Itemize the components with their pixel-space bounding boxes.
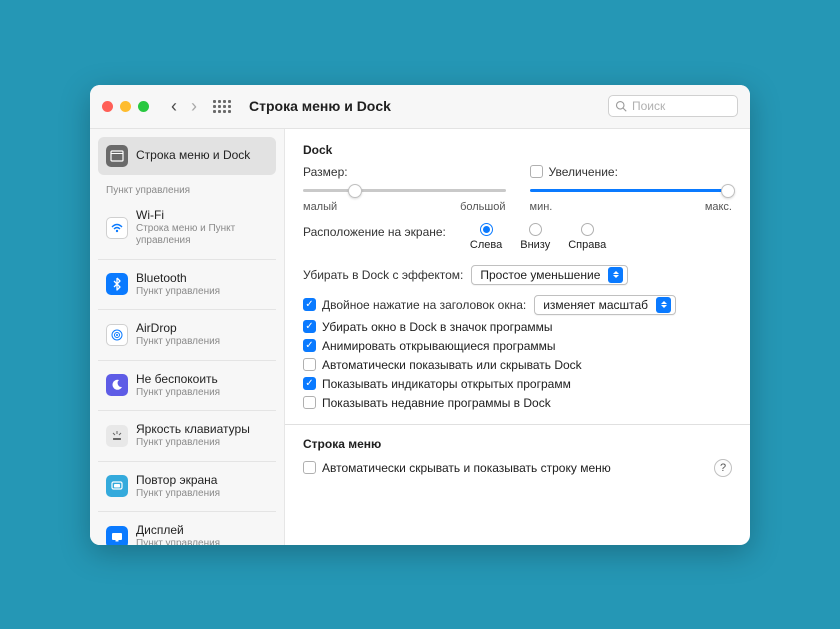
- help-button[interactable]: ?: [714, 459, 732, 477]
- position-right-radio[interactable]: [581, 223, 594, 236]
- sidebar-item-kb-brightness[interactable]: Яркость клавиатуры Пункт управления: [98, 414, 276, 458]
- menubar-section-title: Строка меню: [303, 437, 732, 451]
- minimize-button[interactable]: [120, 101, 131, 112]
- size-max-label: большой: [460, 201, 505, 213]
- window-title: Строка меню и Dock: [249, 98, 391, 114]
- nav-buttons: ‹ ›: [171, 97, 197, 115]
- minimize-label: Убирать в Dock с эффектом:: [303, 268, 463, 282]
- back-button[interactable]: ‹: [171, 97, 177, 115]
- sidebar-item-dnd[interactable]: Не беспокоить Пункт управления: [98, 364, 276, 408]
- sidebar-item-bluetooth[interactable]: Bluetooth Пункт управления: [98, 263, 276, 307]
- search-field[interactable]: Поиск: [608, 95, 738, 117]
- magnification-label: Увеличение:: [549, 165, 618, 179]
- mag-min-label: мин.: [530, 201, 553, 213]
- forward-button[interactable]: ›: [191, 97, 197, 115]
- autohide-dock-checkbox[interactable]: [303, 358, 316, 371]
- show-recents-checkbox[interactable]: [303, 396, 316, 409]
- show-indicators-checkbox[interactable]: [303, 377, 316, 390]
- size-min-label: малый: [303, 201, 337, 213]
- magnification-checkbox[interactable]: [530, 165, 543, 178]
- animate-opening-checkbox[interactable]: [303, 339, 316, 352]
- doubleclick-checkbox[interactable]: [303, 298, 316, 311]
- sidebar-item-screen-mirroring[interactable]: Повтор экрана Пункт управления: [98, 465, 276, 509]
- show-all-icon[interactable]: [213, 100, 231, 113]
- sidebar-item-wifi[interactable]: Wi-Fi Строка меню и Пункт управления: [98, 200, 276, 256]
- doubleclick-label: Двойное нажатие на заголовок окна:: [322, 298, 526, 312]
- mag-max-label: макс.: [705, 201, 732, 213]
- autohide-menubar-checkbox[interactable]: [303, 461, 316, 474]
- minimize-to-app-checkbox[interactable]: [303, 320, 316, 333]
- position-left-radio[interactable]: [480, 223, 493, 236]
- airdrop-icon: [106, 324, 128, 346]
- popup-arrows-icon: [608, 267, 623, 283]
- dock-menubar-icon: [106, 145, 128, 167]
- dock-section-title: Dock: [303, 143, 732, 157]
- traffic-lights: [102, 101, 149, 112]
- sidebar: Строка меню и Dock Пункт управления Wi-F…: [90, 129, 285, 545]
- sidebar-item-display[interactable]: Дисплей Пункт управления: [98, 515, 276, 545]
- position-bottom-radio[interactable]: [529, 223, 542, 236]
- keyboard-brightness-icon: [106, 425, 128, 447]
- size-label: Размер:: [303, 165, 348, 179]
- size-slider[interactable]: [303, 183, 506, 199]
- close-button[interactable]: [102, 101, 113, 112]
- content-pane: Dock Размер: малый большой: [285, 129, 750, 545]
- zoom-button[interactable]: [138, 101, 149, 112]
- sidebar-item-dock-menubar[interactable]: Строка меню и Dock: [98, 137, 276, 175]
- magnification-slider[interactable]: [530, 183, 733, 199]
- sidebar-section-header: Пункт управления: [98, 175, 276, 200]
- bluetooth-icon: [106, 273, 128, 295]
- sidebar-item-airdrop[interactable]: AirDrop Пункт управления: [98, 313, 276, 357]
- search-placeholder: Поиск: [632, 99, 665, 113]
- minimize-effect-popup[interactable]: Простое уменьшение: [471, 265, 628, 285]
- titlebar: ‹ › Строка меню и Dock Поиск: [90, 85, 750, 129]
- doubleclick-popup[interactable]: изменяет масштаб: [534, 295, 676, 315]
- position-label: Расположение на экране:: [303, 223, 446, 239]
- search-icon: [615, 100, 627, 112]
- moon-icon: [106, 374, 128, 396]
- popup-arrows-icon: [656, 297, 671, 313]
- wifi-icon: [106, 217, 128, 239]
- screen-mirroring-icon: [106, 475, 128, 497]
- display-icon: [106, 526, 128, 545]
- preferences-window: ‹ › Строка меню и Dock Поиск Строка меню…: [90, 85, 750, 545]
